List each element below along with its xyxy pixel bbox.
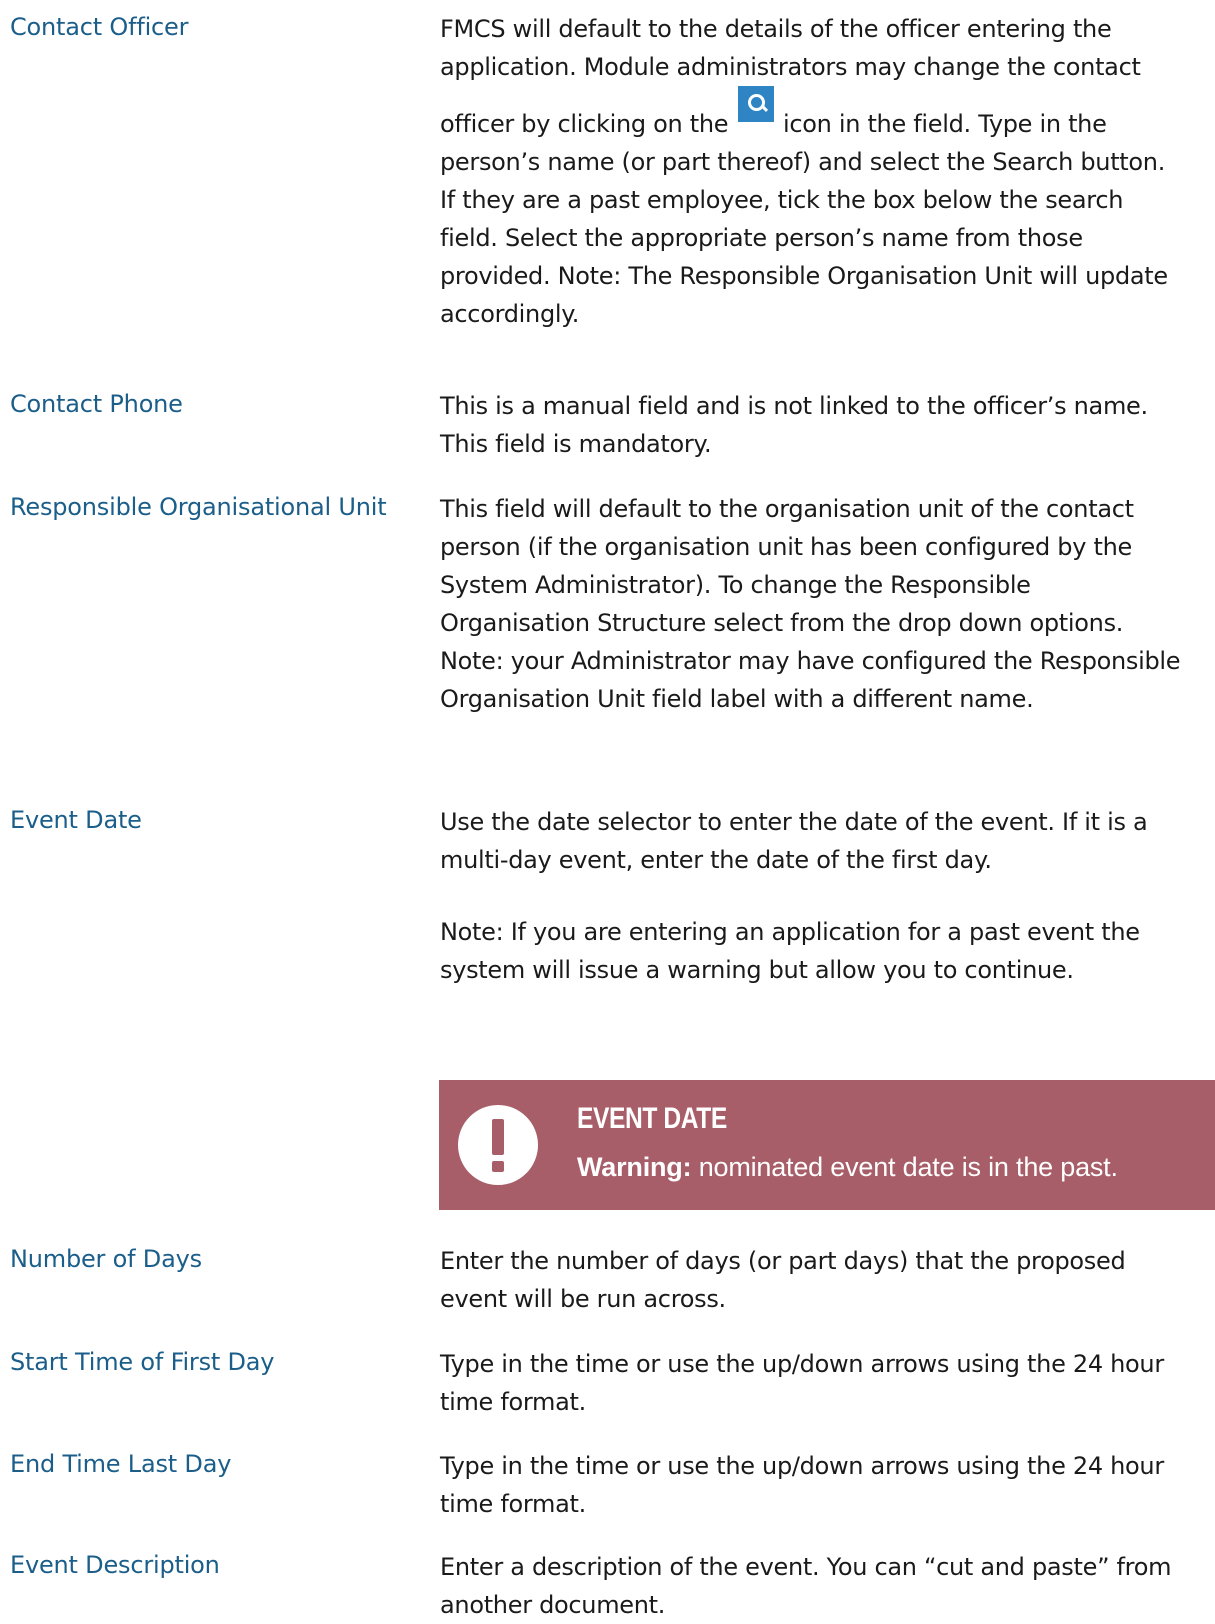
field-description: Type in the time or use the up/down arro… — [440, 1452, 1164, 1518]
field-label: Number of Days — [10, 1245, 202, 1273]
field-description: Use the date selector to enter the date … — [440, 803, 1185, 989]
field-label: Contact Officer — [10, 13, 189, 41]
warning-title: EVENT DATE — [577, 1102, 727, 1135]
field-label: Contact Phone — [10, 390, 183, 418]
field-label: Responsible Organisational Unit — [10, 493, 387, 521]
description-paragraph: Use the date selector to enter the date … — [440, 808, 1148, 874]
description-text-part: icon in the field. Type in the person’s … — [440, 110, 1168, 328]
field-label: End Time Last Day — [10, 1450, 232, 1478]
warning-text: nominated event date is in the past. — [698, 1152, 1118, 1182]
field-description: Enter a description of the event. You ca… — [440, 1553, 1172, 1619]
field-description: Enter the number of days (or part days) … — [440, 1247, 1126, 1313]
field-label: Start Time of First Day — [10, 1348, 275, 1376]
exclamation-icon — [458, 1105, 538, 1185]
field-description: This is a manual field and is not linked… — [440, 392, 1148, 458]
field-description: FMCS will default to the details of the … — [440, 10, 1185, 333]
field-description: Type in the time or use the up/down arro… — [440, 1350, 1164, 1416]
event-date-warning-banner: EVENT DATE Warning: nominated event date… — [439, 1080, 1215, 1210]
warning-prefix: Warning: — [577, 1152, 692, 1182]
search-icon — [737, 86, 774, 122]
description-note: Note: If you are entering an application… — [440, 918, 1140, 984]
field-description: This field will default to the organisat… — [440, 495, 1181, 713]
warning-message: Warning: nominated event date is in the … — [577, 1152, 1118, 1183]
field-label: Event Date — [10, 806, 142, 834]
field-label: Event Description — [10, 1551, 220, 1579]
